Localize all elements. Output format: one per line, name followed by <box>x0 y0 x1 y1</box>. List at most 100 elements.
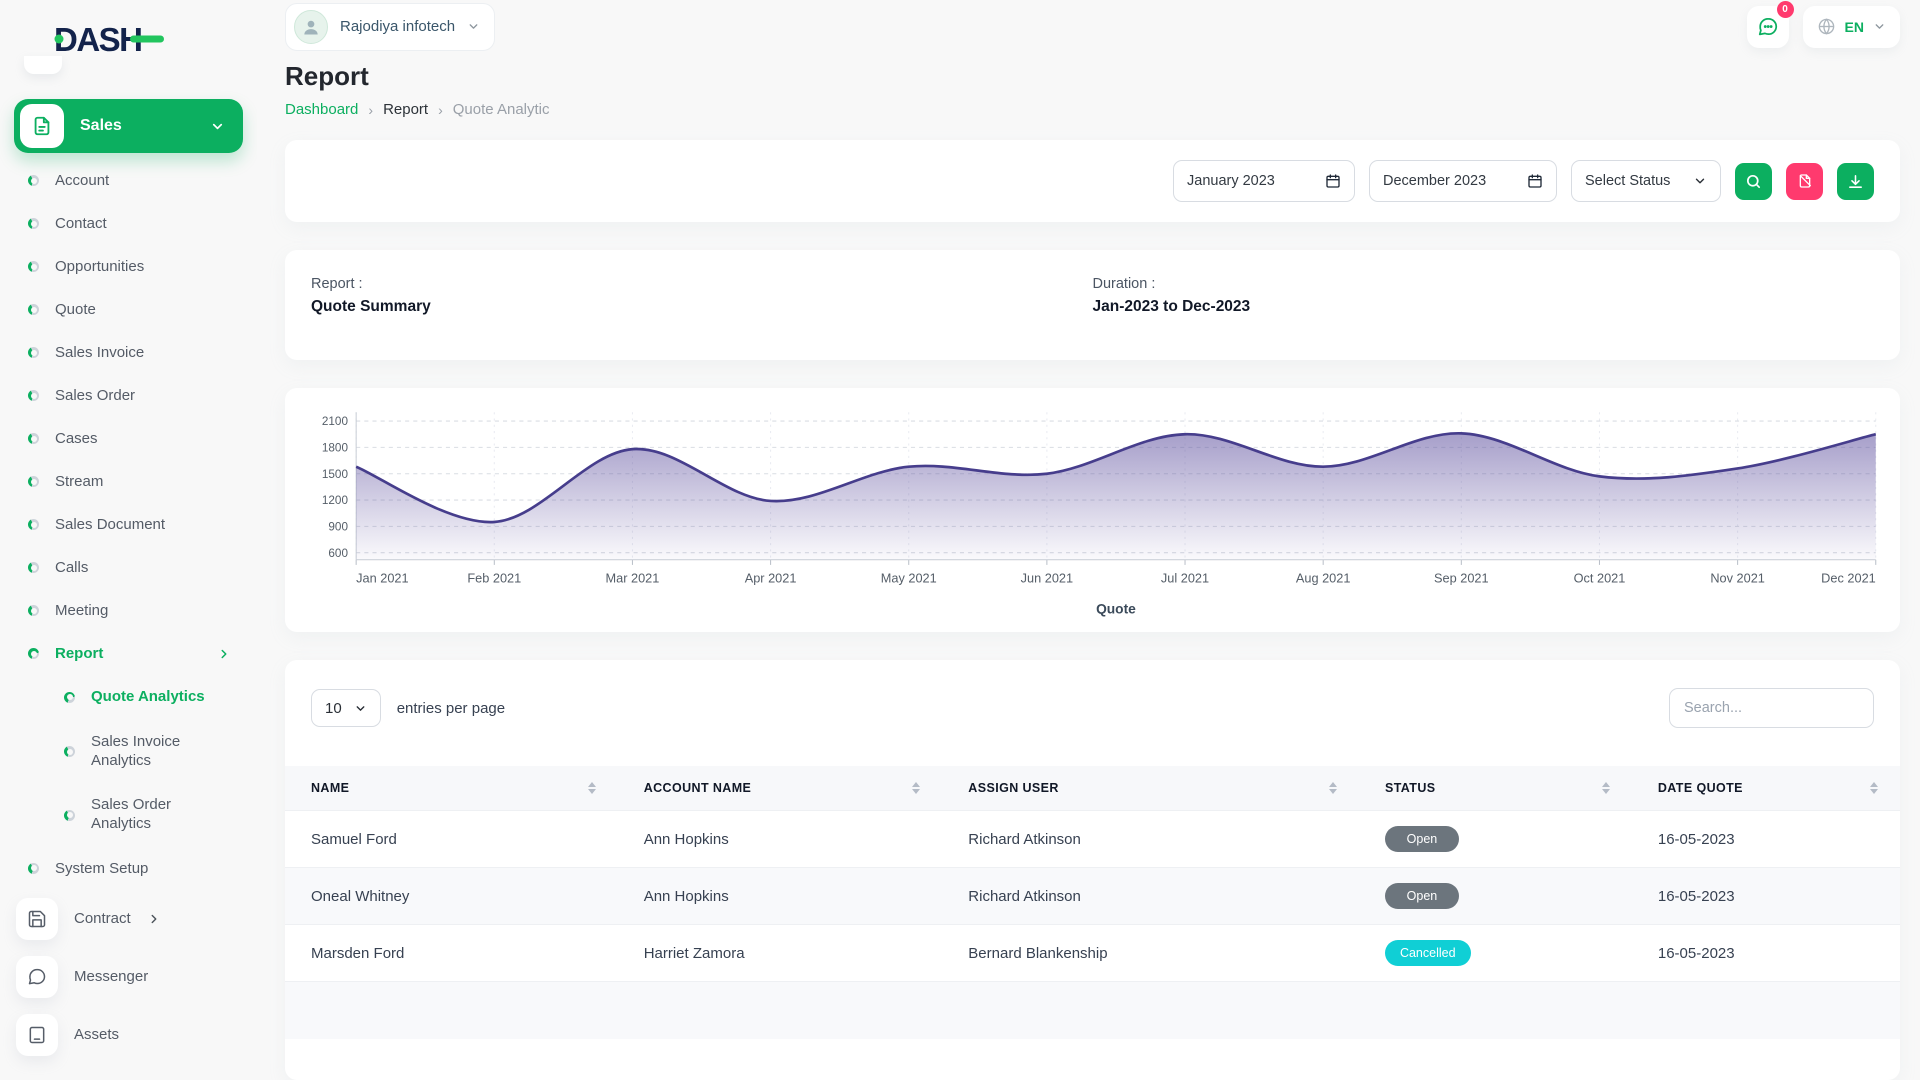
start-month-input[interactable]: January 2023 <box>1173 160 1355 202</box>
svg-text:Quote: Quote <box>1096 601 1136 617</box>
cell-empty <box>285 982 618 1039</box>
app-root: DASH Sales AccountContactOpportunitiesQu… <box>0 0 1920 1080</box>
avatar <box>294 10 328 44</box>
sidebar-item-sales-order[interactable]: Sales Order <box>14 374 243 417</box>
table-search-input[interactable] <box>1669 688 1874 728</box>
table-row[interactable]: Oneal WhitneyAnn HopkinsRichard Atkinson… <box>285 868 1900 925</box>
messenger-button[interactable]: 0 <box>1747 6 1789 48</box>
report-summary-card: Report : Quote Summary Duration : Jan-20… <box>285 250 1900 360</box>
workspace-switcher[interactable]: Rajodiya infotech <box>285 3 495 51</box>
column-label: ACCOUNT NAME <box>644 781 752 795</box>
sidebar-item-calls[interactable]: Calls <box>14 546 243 589</box>
svg-text:Apr 2021: Apr 2021 <box>745 570 797 585</box>
chevron-right-icon <box>147 912 161 926</box>
bullet-icon <box>28 390 39 401</box>
download-button[interactable] <box>1837 163 1874 200</box>
sidebar-subitem-sales-order-analytics[interactable]: Sales Order Analytics <box>14 783 243 847</box>
column-header-account-name[interactable]: ACCOUNT NAME <box>618 766 943 811</box>
file-off-icon <box>1797 173 1813 189</box>
bullet-icon <box>28 648 39 659</box>
sidebar-item-opportunities[interactable]: Opportunities <box>14 245 243 288</box>
page-title: Report <box>285 61 1900 92</box>
reset-filter-button[interactable] <box>1786 163 1823 200</box>
svg-text:2100: 2100 <box>322 414 348 428</box>
svg-text:Nov 2021: Nov 2021 <box>1710 570 1765 585</box>
workspace-name: Rajodiya infotech <box>340 18 455 35</box>
notification-badge: 0 <box>1777 1 1794 18</box>
sidebar-item-report[interactable]: Report <box>14 632 243 675</box>
sidebar-item-sales-document[interactable]: Sales Document <box>14 503 243 546</box>
svg-text:Sep 2021: Sep 2021 <box>1434 570 1489 585</box>
logo-dash <box>130 36 164 43</box>
sidebar-subitem-sales-invoice-analytics[interactable]: Sales Invoice Analytics <box>14 720 243 784</box>
svg-text:1500: 1500 <box>322 467 348 481</box>
sidebar-subitem-quote-analytics[interactable]: Quote Analytics <box>14 675 243 720</box>
sidebar-menu: Sales AccountContactOpportunitiesQuoteSa… <box>0 75 257 1080</box>
sort-icon[interactable] <box>912 782 920 794</box>
bullet-icon <box>28 476 39 487</box>
sidebar-group-assets[interactable]: Assets <box>14 1006 243 1064</box>
sidebar-item-cases[interactable]: Cases <box>14 417 243 460</box>
filter-card: January 2023 December 2023 Select Status <box>285 140 1900 222</box>
bullet-icon <box>28 347 39 358</box>
sort-icon[interactable] <box>1329 782 1337 794</box>
sidebar-item-account[interactable]: Account <box>14 159 243 202</box>
breadcrumb: Dashboard › Report › Quote Analytic <box>285 101 1900 118</box>
sidebar-subitem-label: Sales Order Analytics <box>91 796 231 834</box>
column-label: STATUS <box>1385 781 1436 795</box>
sidebar-item-sales-invoice[interactable]: Sales Invoice <box>14 331 243 374</box>
table-row[interactable]: Samuel FordAnn HopkinsRichard AtkinsonOp… <box>285 811 1900 868</box>
sidebar-item-label: Sales Document <box>55 516 231 533</box>
search-icon <box>1745 173 1762 190</box>
sidebar-group-label: Sales <box>80 117 194 135</box>
breadcrumb-dashboard[interactable]: Dashboard <box>285 101 358 118</box>
sidebar-group-sales[interactable]: Sales <box>14 99 243 153</box>
cell-empty <box>1632 982 1900 1039</box>
cell-assign-user: Richard Atkinson <box>942 868 1359 925</box>
bullet-icon <box>64 810 75 821</box>
bullet-icon <box>28 304 39 315</box>
status-select[interactable]: Select Status <box>1571 160 1721 202</box>
column-header-status[interactable]: STATUS <box>1359 766 1632 811</box>
end-month-input[interactable]: December 2023 <box>1369 160 1557 202</box>
column-header-name[interactable]: NAME <box>285 766 618 811</box>
contract-icon <box>16 898 58 940</box>
column-label: ASSIGN USER <box>968 781 1059 795</box>
column-header-date-quote[interactable]: DATE QUOTE <box>1632 766 1900 811</box>
cell-assign-user: Richard Atkinson <box>942 811 1359 868</box>
language-selector[interactable]: EN <box>1803 6 1900 48</box>
cell-empty <box>618 982 943 1039</box>
svg-text:Oct 2021: Oct 2021 <box>1574 570 1626 585</box>
sidebar-item-system-setup[interactable]: System Setup <box>14 847 243 890</box>
cell-status: Open <box>1359 811 1632 868</box>
duration-label: Duration : <box>1093 276 1875 292</box>
sort-icon[interactable] <box>1602 782 1610 794</box>
sidebar-group-messenger[interactable]: Messenger <box>14 948 243 1006</box>
sort-icon[interactable] <box>588 782 596 794</box>
status-select-value: Select Status <box>1585 173 1670 189</box>
sidebar-group-contract[interactable]: Contract <box>14 890 243 948</box>
table-row[interactable]: Marsden FordHarriet ZamoraBernard Blanke… <box>285 925 1900 982</box>
bullet-icon <box>28 863 39 874</box>
cell-assign-user: Bernard Blankenship <box>942 925 1359 982</box>
bullet-icon <box>28 605 39 616</box>
entries-select[interactable]: 10 <box>311 689 381 727</box>
breadcrumb-report[interactable]: Report <box>383 101 428 118</box>
sidebar-item-stream[interactable]: Stream <box>14 460 243 503</box>
sidebar-group-label: Contract <box>74 910 131 927</box>
quotes-table-card: 10 entries per page NAMEACCOUNT NAMEASSI… <box>285 660 1900 1080</box>
svg-text:May 2021: May 2021 <box>881 570 937 585</box>
search-filter-button[interactable] <box>1735 163 1772 200</box>
sort-icon[interactable] <box>1870 782 1878 794</box>
main-area: Rajodiya infotech 0 EN <box>257 0 1920 1080</box>
bullet-icon <box>64 746 75 757</box>
column-header-assign-user[interactable]: ASSIGN USER <box>942 766 1359 811</box>
logo-dot <box>55 35 64 44</box>
bullet-icon <box>64 692 75 703</box>
breadcrumb-separator: › <box>438 102 443 118</box>
assets-icon <box>16 1014 58 1056</box>
sidebar-item-quote[interactable]: Quote <box>14 288 243 331</box>
sidebar-item-meeting[interactable]: Meeting <box>14 589 243 632</box>
column-label: NAME <box>311 781 349 795</box>
sidebar-item-contact[interactable]: Contact <box>14 202 243 245</box>
